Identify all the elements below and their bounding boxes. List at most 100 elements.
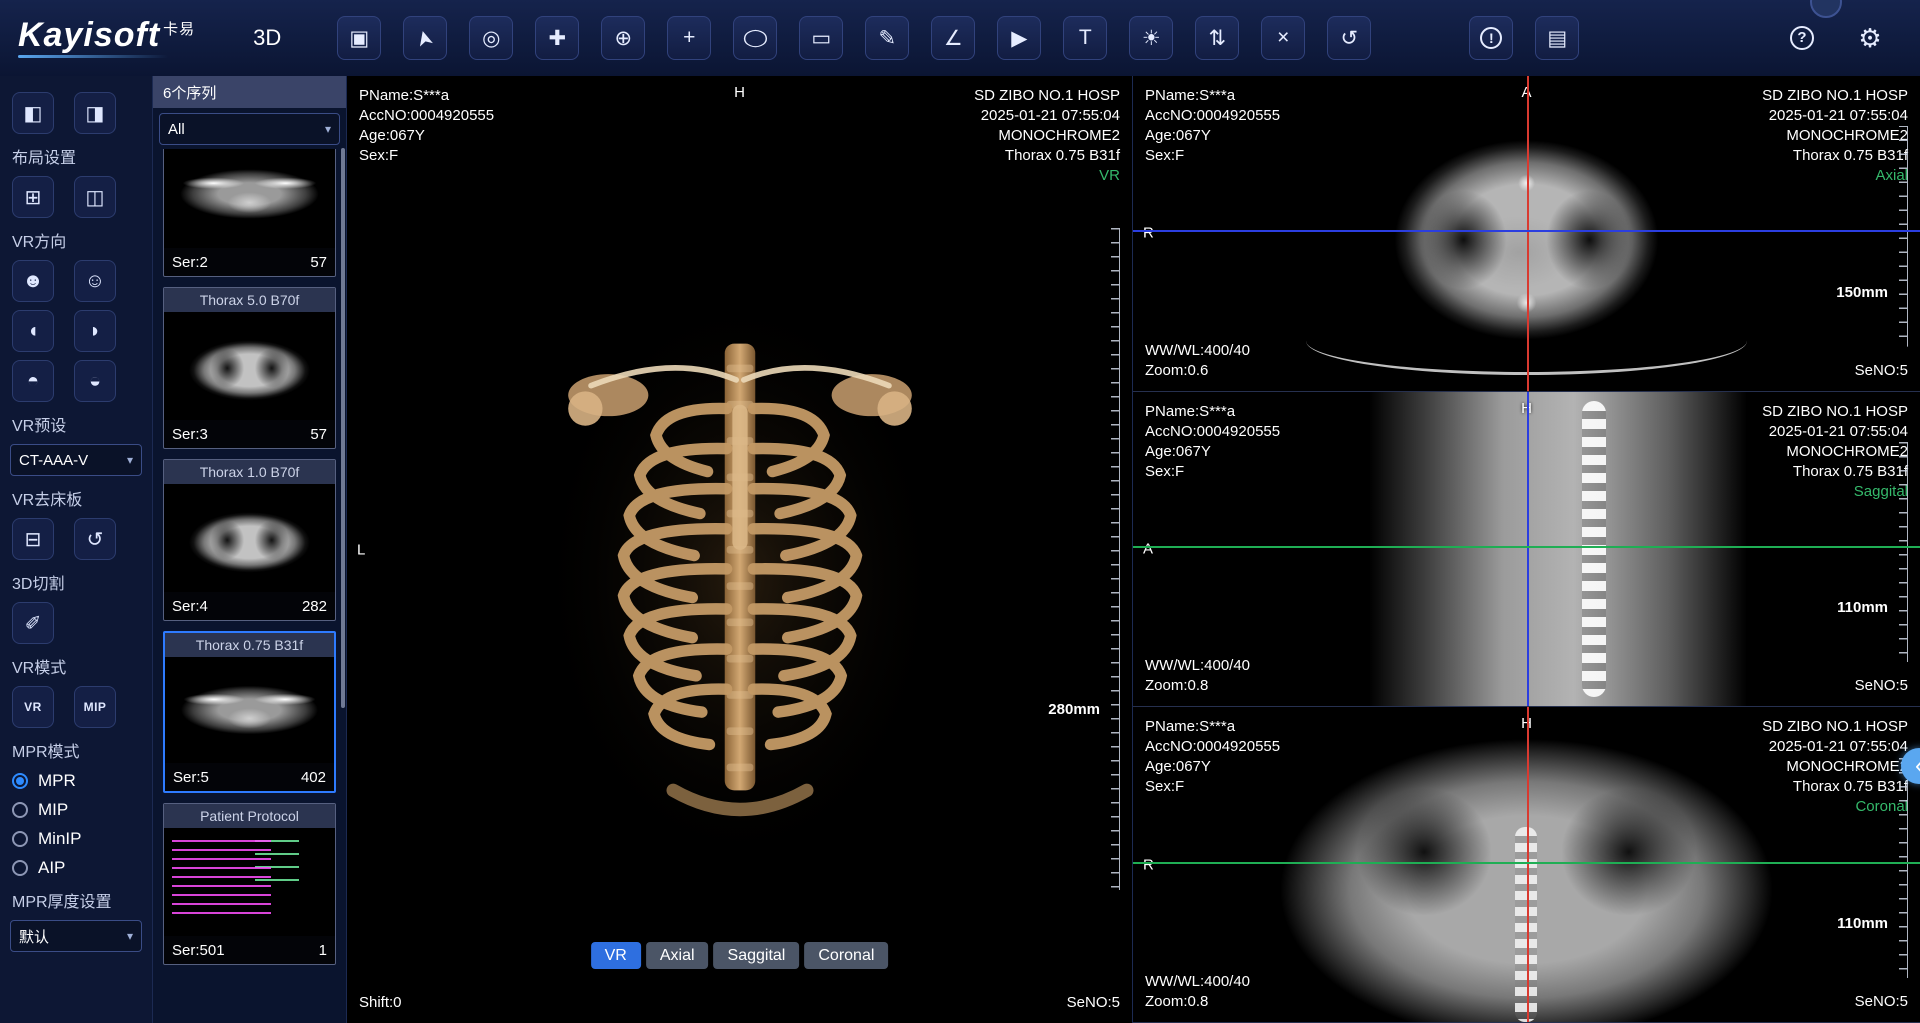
volume-3d-button[interactable]: ▣ xyxy=(337,16,381,60)
view-button-axial[interactable]: Axial xyxy=(646,942,709,969)
view-button-saggital[interactable]: Saggital xyxy=(714,942,800,969)
window-level-button[interactable]: ⇅ xyxy=(1195,16,1239,60)
cursor-button[interactable]: ➤ xyxy=(403,16,447,60)
series-number: Ser:3 xyxy=(172,426,208,443)
save-button[interactable]: ▤ xyxy=(1535,16,1579,60)
angle-button[interactable]: ∠ xyxy=(931,16,975,60)
shift-label: Shift:0 xyxy=(359,993,402,1013)
series-number: Ser:5 xyxy=(173,769,209,786)
crosshair-horizontal-line[interactable] xyxy=(1133,230,1920,232)
series-desc: Thorax 0.75 B31f xyxy=(1762,777,1908,797)
brightness-button[interactable]: ☀ xyxy=(1129,16,1173,60)
viewport-axial[interactable]: PName:S***a AccNO:0004920555 Age:067Y Se… xyxy=(1133,76,1920,392)
zoom-icon: ⊕ xyxy=(614,26,632,51)
remove-bed-button[interactable]: ⊟ xyxy=(12,518,54,560)
user-avatar[interactable] xyxy=(1810,0,1842,18)
vr-orient-anterior-button[interactable]: ☻ xyxy=(12,260,54,302)
patient-name: PName:S***a xyxy=(1145,402,1280,422)
vr-orient-left-button[interactable]: ◖ xyxy=(12,310,54,352)
series-item-ser-4[interactable]: Thorax 1.0 B70fSer:4282 xyxy=(163,459,336,621)
pan-button[interactable]: ✚ xyxy=(535,16,579,60)
patient-name: PName:S***a xyxy=(359,86,494,106)
crosshair-vertical-line[interactable] xyxy=(1527,707,1529,1022)
rotate-3d-button[interactable]: ◎ xyxy=(469,16,513,60)
mpr-mode-option-mpr[interactable]: MPR xyxy=(12,771,140,791)
mpr-thickness-select[interactable]: 默认 ▾ xyxy=(10,920,142,952)
crosshair-vertical-line[interactable] xyxy=(1527,76,1529,391)
series-filter-value: All xyxy=(168,121,185,138)
layout-preset-button[interactable]: ◧ xyxy=(12,92,54,134)
study-datetime: 2025-01-21 07:55:04 xyxy=(974,106,1120,126)
series-item-ser-3[interactable]: Thorax 5.0 B70fSer:357 xyxy=(163,287,336,449)
mpr-mode-label: MPR xyxy=(38,771,76,791)
series-filter-select[interactable]: All ▾ xyxy=(159,113,340,145)
radio-icon xyxy=(12,802,28,818)
series-number: Ser:2 xyxy=(172,254,208,271)
series-image-count: 57 xyxy=(310,254,327,271)
vr-preset-value: CT-AAA-V xyxy=(19,452,88,469)
mpr-mode-option-aip[interactable]: AIP xyxy=(12,858,140,878)
left-sidebar: ◧◨ 布局设置 ⊞◫ VR方向 ☻☺◖◗◓◒ VR预设 CT-AAA-V ▾ V… xyxy=(0,76,152,1023)
info-button[interactable]: ! xyxy=(1469,16,1513,60)
mpr-mode-option-mip[interactable]: MIP xyxy=(12,800,140,820)
content-area: ◧◨ 布局设置 ⊞◫ VR方向 ☻☺◖◗◓◒ VR预设 CT-AAA-V ▾ V… xyxy=(0,76,1920,1023)
series-scrollbar[interactable] xyxy=(341,148,345,708)
crosshair-vertical-line[interactable] xyxy=(1527,392,1529,707)
vr-orient-inferior-button[interactable]: ◒ xyxy=(74,360,116,402)
reset-button[interactable]: ↺ xyxy=(1327,16,1371,60)
crosshair-button[interactable]: + xyxy=(667,16,711,60)
vr-render-mode-button[interactable]: VR xyxy=(12,686,54,728)
view-toggle: VRAxialSaggitalCoronal xyxy=(591,942,889,969)
toolbar: ▣ ➤ ◎ ✚ ⊕ + ◯ ▭ ✎ ∠ ▶ T ☀ ⇅ × ↺! ▤ xyxy=(337,16,1579,60)
logo-suffix: 卡易 xyxy=(163,21,195,38)
viewport-coronal[interactable]: PName:S***a AccNO:0004920555 Age:067Y Se… xyxy=(1133,707,1920,1023)
viewport-3d-vr[interactable]: PName:S***a AccNO:0004920555 Age:067Y Se… xyxy=(347,76,1133,1023)
vr-orient-posterior-button[interactable]: ☺ xyxy=(74,260,116,302)
settings-button[interactable]: ⚙ xyxy=(1850,18,1890,58)
vr-orient-superior-button[interactable]: ◓ xyxy=(12,360,54,402)
zoom-button[interactable]: ⊕ xyxy=(601,16,645,60)
text-annotation-button[interactable]: T xyxy=(1063,16,1107,60)
crosshair-horizontal-line[interactable] xyxy=(1133,546,1920,548)
wwwl-value: WW/WL:400/40 xyxy=(1145,972,1250,992)
cut-3d-button[interactable]: ✐ xyxy=(12,602,54,644)
vr-preset-select[interactable]: CT-AAA-V ▾ xyxy=(10,444,142,476)
layout-grid-button[interactable]: ⊞ xyxy=(12,176,54,218)
view-button-vr[interactable]: VR xyxy=(591,942,641,969)
series-foot: Ser:5011 xyxy=(164,936,335,964)
series-image-count: 402 xyxy=(301,769,326,786)
series-no-label: SeNO:5 xyxy=(1855,676,1908,696)
cine-button[interactable]: ▶ xyxy=(997,16,1041,60)
mip-render-mode-button[interactable]: MIP xyxy=(74,686,116,728)
patient-accno: AccNO:0004920555 xyxy=(1145,106,1280,126)
series-number: Ser:4 xyxy=(172,598,208,615)
rect-roi-button[interactable]: ▭ xyxy=(799,16,843,60)
viewport-saggital[interactable]: PName:S***a AccNO:0004920555 Age:067Y Se… xyxy=(1133,392,1920,708)
layout-split-button[interactable]: ◫ xyxy=(74,176,116,218)
zoom-value: Zoom:0.6 xyxy=(1145,361,1250,381)
patient-sex: Sex:F xyxy=(359,146,494,166)
series-item-ser-501[interactable]: Patient ProtocolSer:5011 xyxy=(163,803,336,965)
layout-panel-button[interactable]: ◨ xyxy=(74,92,116,134)
series-item-ser-5[interactable]: Thorax 0.75 B31fSer:5402 xyxy=(163,631,336,793)
mode-3d-label[interactable]: 3D xyxy=(253,25,281,51)
study-datetime: 2025-01-21 07:55:04 xyxy=(1762,106,1908,126)
chevron-left-icon: ‹ xyxy=(1915,752,1920,780)
help-button[interactable]: ? xyxy=(1782,18,1822,58)
logo-text: Kayisoft xyxy=(18,16,160,54)
series-item-ser-2[interactable]: Ser:2 57 xyxy=(163,149,336,277)
hospital-name: SD ZIBO NO.1 HOSP xyxy=(1762,402,1908,422)
text-annotation-icon: T xyxy=(1079,26,1092,50)
close-button[interactable]: × xyxy=(1261,16,1305,60)
view-button-coronal[interactable]: Coronal xyxy=(804,942,888,969)
restore-bed-button[interactable]: ↺ xyxy=(74,518,116,560)
ellipse-roi-button[interactable]: ◯ xyxy=(733,16,777,60)
measure-button[interactable]: ✎ xyxy=(865,16,909,60)
hospital-name: SD ZIBO NO.1 HOSP xyxy=(1762,717,1908,737)
vr-orient-right-button[interactable]: ◗ xyxy=(74,310,116,352)
study-info: SD ZIBO NO.1 HOSP 2025-01-21 07:55:04 MO… xyxy=(1762,86,1908,186)
hospital-name: SD ZIBO NO.1 HOSP xyxy=(974,86,1120,106)
crosshair-horizontal-line[interactable] xyxy=(1133,862,1920,864)
mpr-mode-option-minip[interactable]: MinIP xyxy=(12,829,140,849)
wwwl-value: WW/WL:400/40 xyxy=(1145,656,1250,676)
